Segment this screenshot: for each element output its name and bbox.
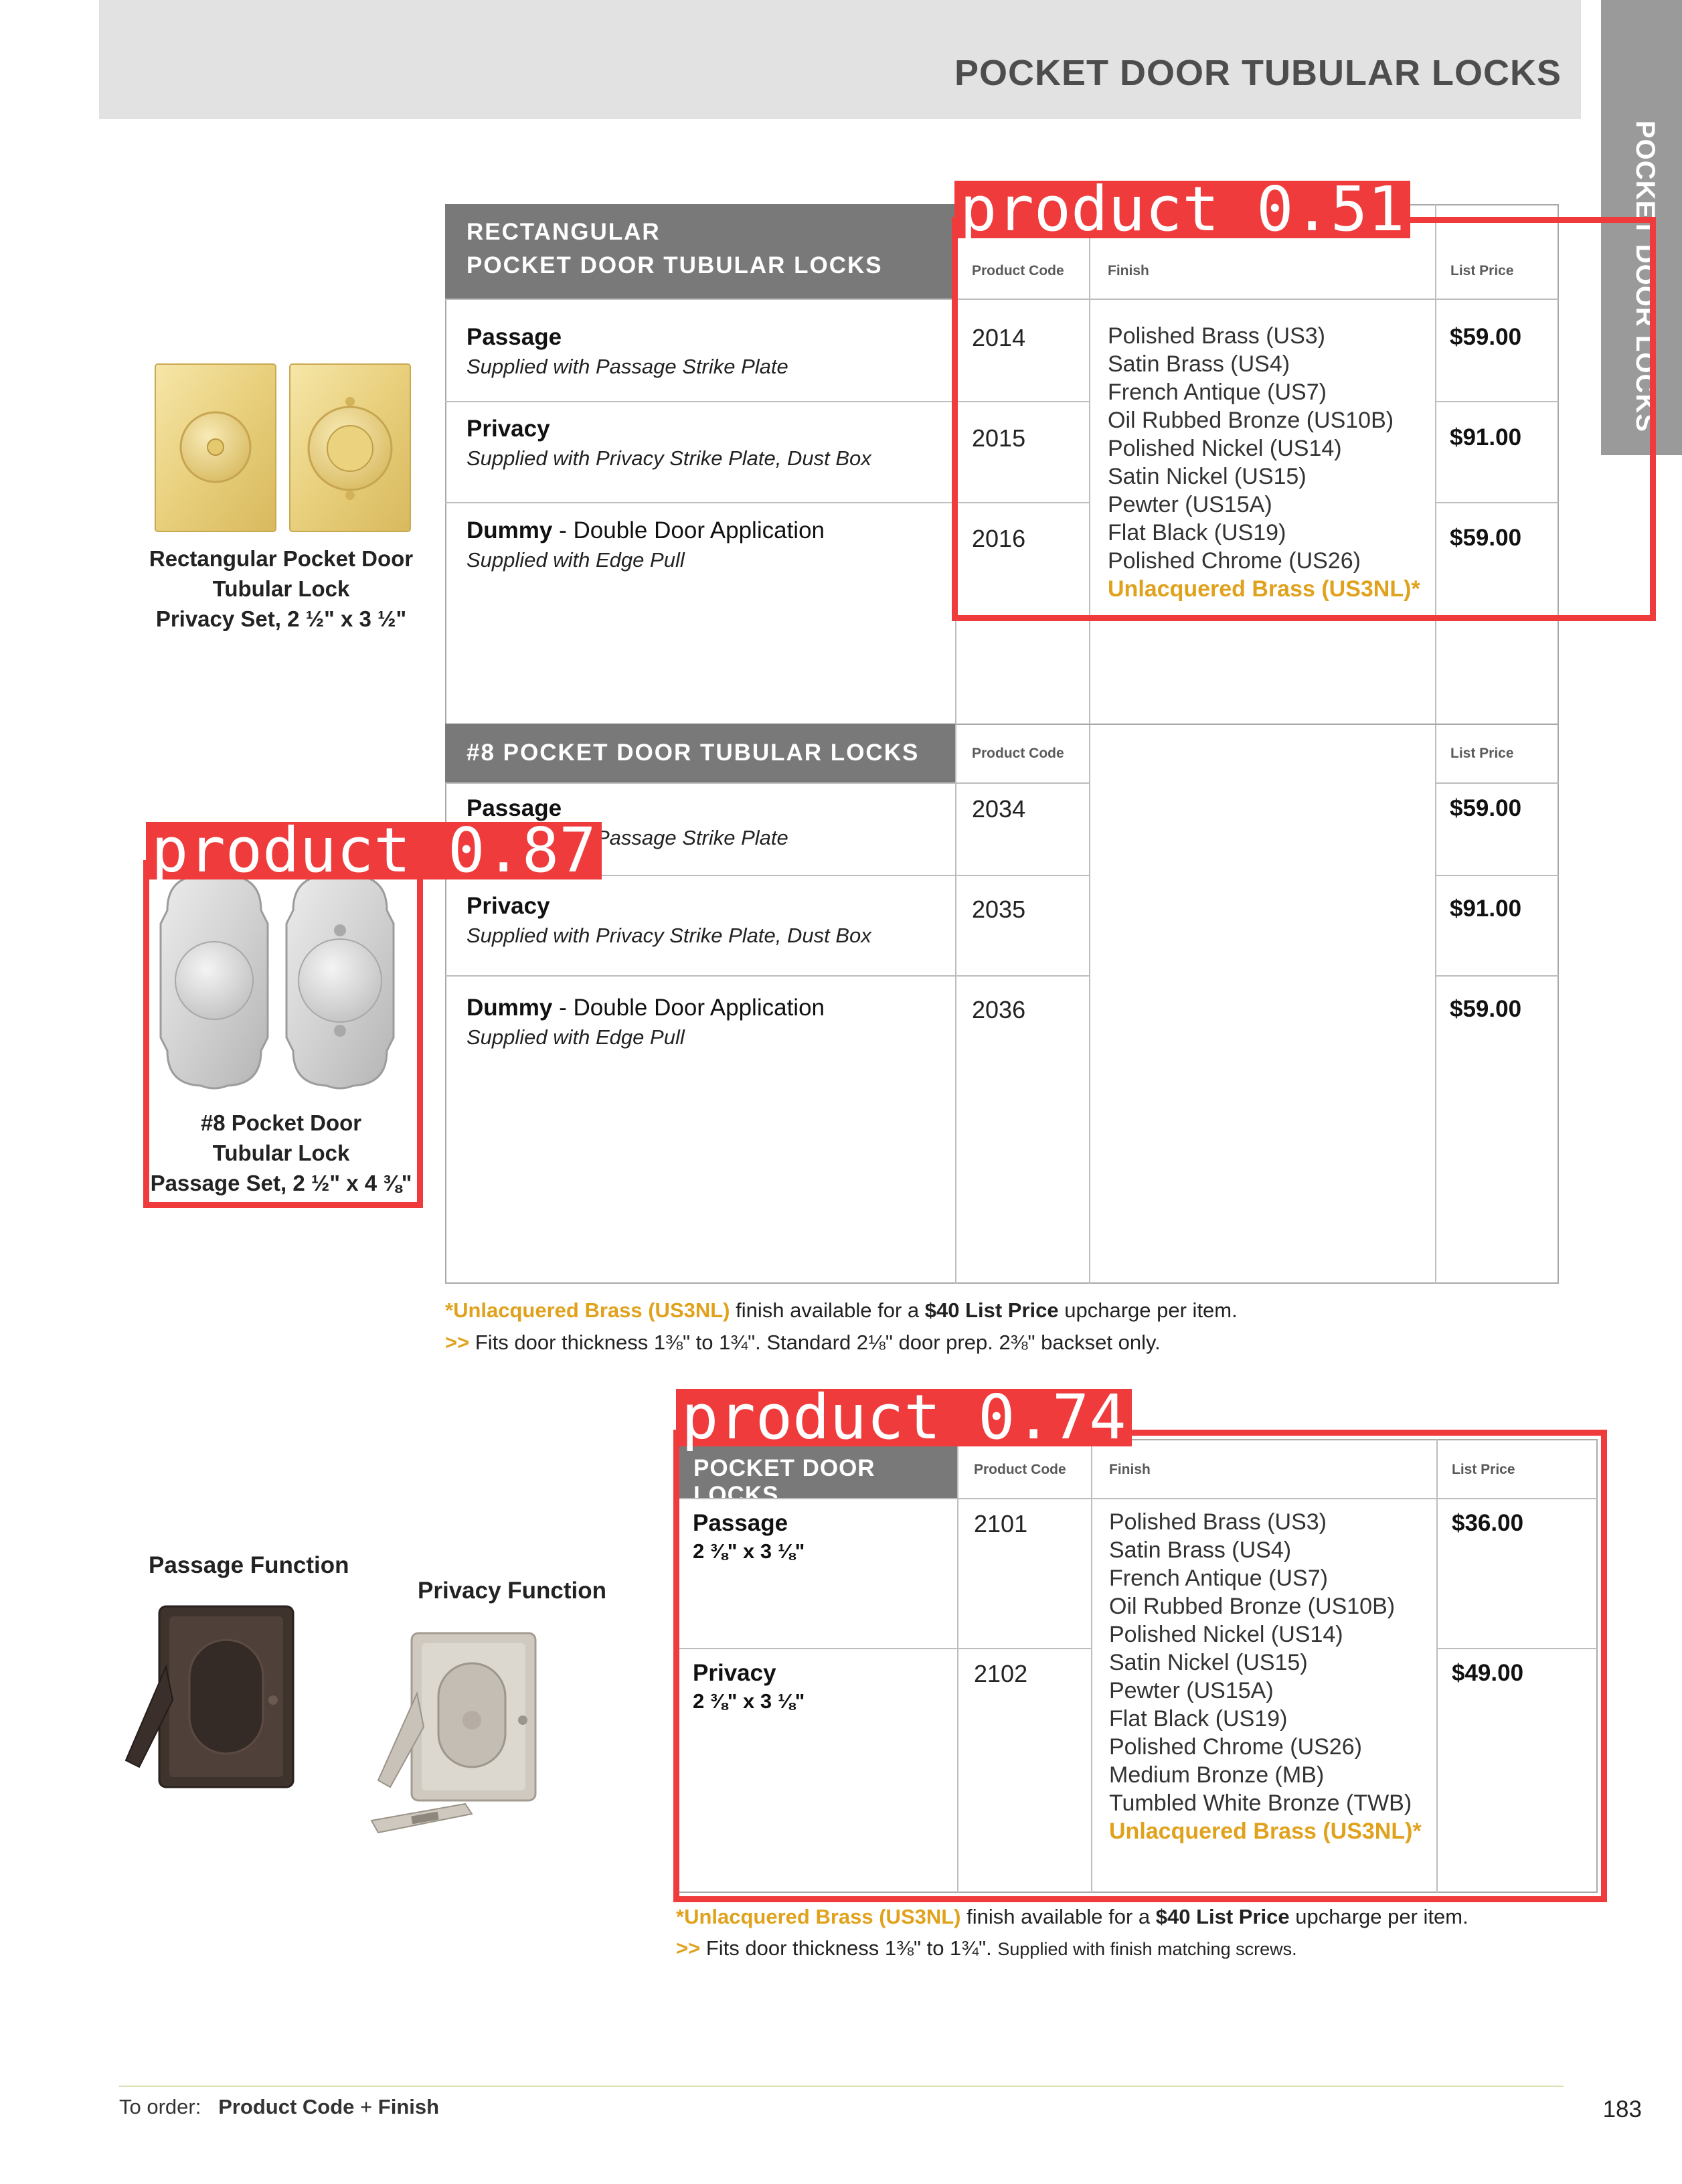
rectangular-lock-image bbox=[155, 363, 411, 532]
row-divider bbox=[1435, 782, 1559, 784]
column-header-list-price: List Price bbox=[1450, 746, 1514, 761]
table-row: Privacy Supplied with Privacy Strike Pla… bbox=[467, 893, 871, 948]
rectangular-title-line2: POCKET DOOR TUBULAR LOCKS bbox=[467, 252, 883, 278]
table-row: Dummy - Double Door Application Supplied… bbox=[467, 517, 825, 572]
num8-title: #8 POCKET DOOR TUBULAR LOCKS bbox=[467, 740, 920, 766]
list-price: $59.00 bbox=[1450, 996, 1522, 1022]
column-header-product-code: Product Code bbox=[972, 746, 1064, 761]
footer-divider bbox=[119, 2086, 1564, 2087]
row-divider bbox=[445, 782, 1089, 784]
passage-lock-image bbox=[124, 1605, 295, 1788]
row-divider bbox=[445, 975, 1089, 977]
page-title: POCKET DOOR TUBULAR LOCKS bbox=[954, 53, 1562, 93]
detection-box bbox=[673, 1430, 1607, 1902]
passage-function-label: Passage Function bbox=[149, 1552, 349, 1578]
arrow-icon: >> bbox=[676, 1936, 701, 1960]
detection-label: product 0.51 bbox=[954, 179, 1410, 240]
row-name: Privacy bbox=[467, 893, 550, 919]
rectangular-caption: Rectangular Pocket Door Tubular Lock Priva… bbox=[149, 546, 414, 631]
row-subtitle: Supplied with Privacy Strike Plate, Dust… bbox=[467, 924, 871, 947]
upcharge-note: *Unlacquered Brass (US3NL) finish availa… bbox=[445, 1298, 1238, 1322]
row-subtitle: Supplied with Privacy Strike Plate, Dust… bbox=[467, 446, 871, 470]
product-code: 2035 bbox=[972, 896, 1026, 923]
privacy-function-label: Privacy Function bbox=[418, 1578, 607, 1604]
row-divider bbox=[445, 502, 955, 503]
page-number: 183 bbox=[1602, 2096, 1642, 2122]
detection-box bbox=[952, 217, 1656, 621]
fit-note: >> Fits door thickness 1⅜" to 1¾". Stand… bbox=[445, 1331, 1161, 1354]
table-row: Passage Supplied with Passage Strike Pla… bbox=[467, 324, 788, 379]
row-name: Privacy bbox=[467, 416, 550, 442]
detection-label: product 0.74 bbox=[676, 1387, 1132, 1448]
detection-label: product 0.87 bbox=[146, 820, 602, 881]
fit-note: >> Fits door thickness 1⅜" to 1¾". Suppl… bbox=[676, 1936, 1297, 1960]
table-row: Privacy Supplied with Privacy Strike Pla… bbox=[467, 416, 871, 471]
row-divider bbox=[1435, 975, 1559, 977]
detection-box bbox=[143, 860, 423, 1208]
product-code: 2036 bbox=[972, 996, 1026, 1023]
num8-table-header: #8 POCKET DOOR TUBULAR LOCKS bbox=[445, 724, 955, 784]
rectangular-title-line1: RECTANGULAR bbox=[467, 219, 661, 245]
row-subtitle: Supplied with Edge Pull bbox=[467, 548, 685, 572]
privacy-lock-image bbox=[370, 1632, 537, 1834]
list-price: $91.00 bbox=[1450, 896, 1522, 922]
table-row: Dummy - Double Door Application Supplied… bbox=[467, 995, 825, 1049]
order-instruction: To order: Product Code + Finish bbox=[119, 2095, 440, 2118]
row-divider bbox=[445, 401, 955, 402]
row-subtitle: Supplied with Edge Pull bbox=[467, 1025, 685, 1049]
row-name: Dummy - Double Door Application bbox=[467, 995, 825, 1021]
row-name: Dummy - Double Door Application bbox=[467, 517, 825, 543]
product-code: 2034 bbox=[972, 795, 1026, 823]
row-name: Passage bbox=[467, 324, 562, 350]
row-divider bbox=[1435, 875, 1559, 876]
row-subtitle: Supplied with Passage Strike Plate bbox=[467, 355, 788, 378]
upcharge-note: *Unlacquered Brass (US3NL) finish availa… bbox=[676, 1905, 1468, 1928]
rectangular-table-header: RECTANGULAR POCKET DOOR TUBULAR LOCKS bbox=[445, 204, 955, 300]
list-price: $59.00 bbox=[1450, 795, 1522, 821]
arrow-icon: >> bbox=[445, 1331, 470, 1354]
